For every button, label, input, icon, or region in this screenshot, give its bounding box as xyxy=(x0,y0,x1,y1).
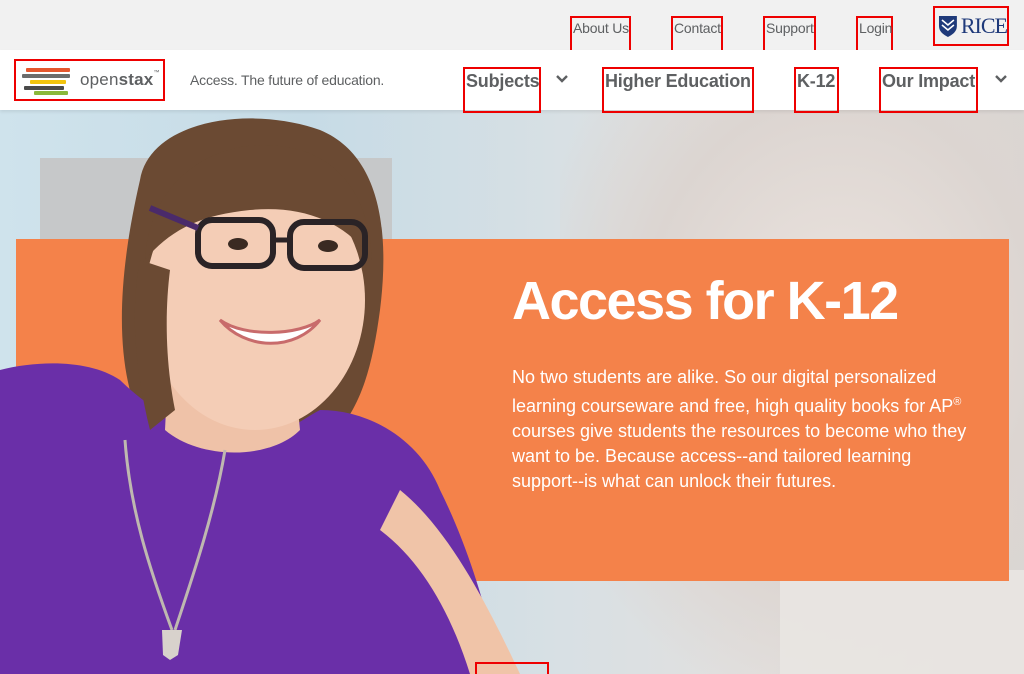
openstax-logo-bars xyxy=(22,64,78,96)
utility-bar: About Us Contact Support Login RICE xyxy=(0,0,1024,54)
rice-shield-icon xyxy=(938,16,957,37)
nav-k12[interactable]: K-12 xyxy=(794,67,839,113)
rice-logo-text: RICE xyxy=(960,13,1008,38)
tagline: Access. The future of education. xyxy=(190,72,385,88)
openstax-logo[interactable]: openstax™ xyxy=(14,59,165,101)
hero-description: No two students are alike. So our digita… xyxy=(512,367,967,491)
hero-banner: Access for K-12 No two students are alik… xyxy=(0,110,1024,674)
chevron-down-icon[interactable] xyxy=(555,74,569,84)
scroll-down-button[interactable] xyxy=(475,662,549,674)
nav-higher-education[interactable]: Higher Education xyxy=(602,67,754,113)
openstax-wordmark: openstax™ xyxy=(80,70,160,89)
nav-our-impact[interactable]: Our Impact xyxy=(879,67,978,113)
login-link[interactable]: Login xyxy=(856,16,893,54)
about-us-link[interactable]: About Us xyxy=(570,16,631,54)
hero-decorative-box xyxy=(780,570,1024,674)
hero-title: Access for K-12 xyxy=(512,271,899,331)
nav-subjects[interactable]: Subjects xyxy=(463,67,541,113)
main-nav: openstax™ Access. The future of educatio… xyxy=(0,50,1024,113)
support-link[interactable]: Support xyxy=(763,16,816,54)
chevron-down-icon[interactable] xyxy=(994,74,1008,84)
rice-logo-link[interactable]: RICE xyxy=(933,6,1009,46)
student-photo xyxy=(0,118,520,674)
contact-link[interactable]: Contact xyxy=(671,16,723,54)
